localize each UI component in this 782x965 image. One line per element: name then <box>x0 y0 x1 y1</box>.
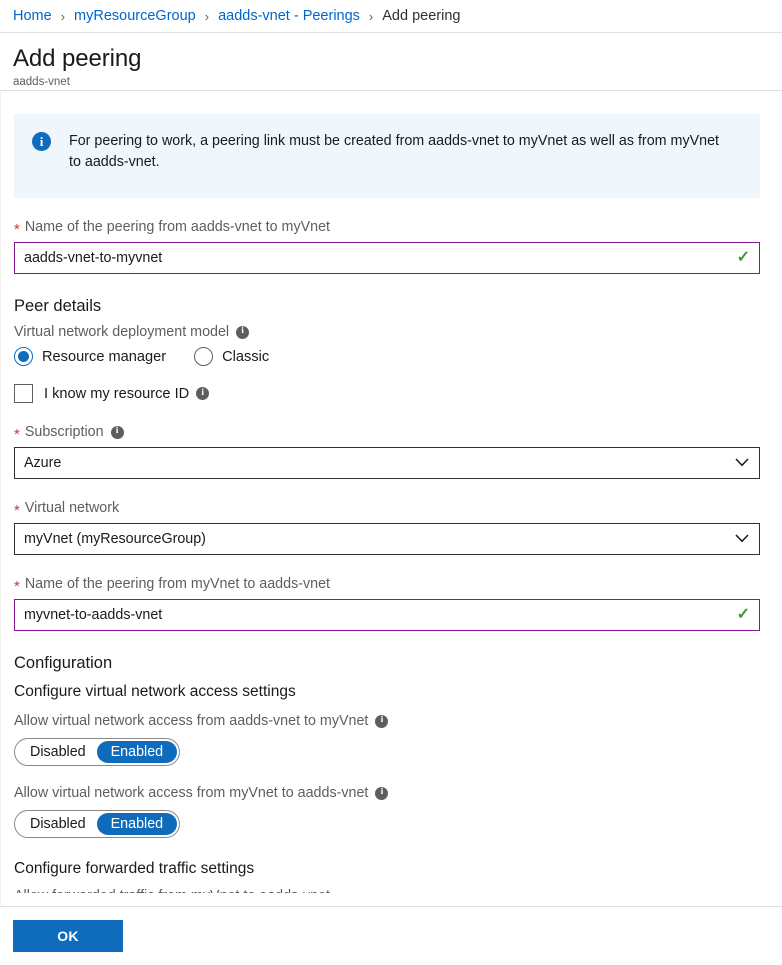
toggle-2-label: Allow virtual network access from myVnet… <box>14 784 760 802</box>
toggle-myvnet-to-aadds[interactable]: Disabled Enabled <box>14 810 180 838</box>
required-asterisk: * <box>14 220 20 238</box>
radio-label: Resource manager <box>42 348 167 365</box>
required-asterisk: * <box>14 425 20 443</box>
radio-label: Classic <box>222 348 270 365</box>
info-icon[interactable]: i <box>110 425 124 439</box>
radio-classic[interactable]: Classic <box>194 347 269 366</box>
peering-name-2-input[interactable] <box>14 599 760 631</box>
breadcrumb-item-resource-group[interactable]: myResourceGroup <box>74 8 196 24</box>
breadcrumb-item-home[interactable]: Home <box>13 8 52 24</box>
toggle-group-aadds-to-myvnet: Allow virtual network access from aadds-… <box>14 712 760 766</box>
info-icon: i <box>32 132 51 151</box>
info-banner-text: For peering to work, a peering link must… <box>69 133 719 170</box>
info-icon[interactable]: i <box>236 325 250 339</box>
virtual-network-label: * Virtual network <box>14 499 760 519</box>
label-text: Virtual network <box>24 500 120 516</box>
radio-mark-icon <box>14 347 33 366</box>
toggle-aadds-to-myvnet[interactable]: Disabled Enabled <box>14 738 180 766</box>
checkbox-icon[interactable] <box>14 384 33 403</box>
peering-name-1-label: * Name of the peering from aadds-vnet to… <box>14 218 760 238</box>
breadcrumb: Home › myResourceGroup › aadds-vnet - Pe… <box>0 0 782 33</box>
subscription-select[interactable]: Azure <box>14 447 760 479</box>
field-peering-name-1: * Name of the peering from aadds-vnet to… <box>14 218 760 274</box>
breadcrumb-separator: › <box>368 8 374 24</box>
virtual-network-select[interactable]: myVnet (myResourceGroup) <box>14 523 760 555</box>
toggle-option-disabled[interactable]: Disabled <box>17 741 97 763</box>
page-subtitle: aadds-vnet <box>13 76 70 88</box>
toggle-option-enabled[interactable]: Enabled <box>96 813 178 835</box>
forwarded-traffic-clipped-label: Allow forwarded traffic from myVnet to a… <box>14 887 760 893</box>
breadcrumb-separator: › <box>204 8 210 24</box>
toggle-option-enabled[interactable]: Enabled <box>96 741 178 763</box>
radio-mark-icon <box>194 347 214 366</box>
valid-check-icon: ✓ <box>736 606 750 623</box>
peer-details-heading: Peer details <box>14 297 102 315</box>
virtual-network-value: myVnet (myResourceGroup) <box>24 531 206 547</box>
radio-resource-manager[interactable]: Resource manager <box>14 347 166 366</box>
breadcrumb-item-peerings[interactable]: aadds-vnet - Peerings <box>218 8 360 24</box>
deployment-model-label: Virtual network deployment model i <box>14 323 760 341</box>
label-text: Name of the peering from myVnet to aadds… <box>24 576 330 592</box>
page-title: Add peering <box>13 45 142 72</box>
label-text: Allow virtual network access from myVnet… <box>14 785 369 801</box>
footer-action-bar: OK <box>0 906 782 965</box>
required-asterisk: * <box>14 501 20 519</box>
info-icon[interactable]: i <box>375 714 389 728</box>
breadcrumb-item-add-peering: Add peering <box>382 8 461 24</box>
toggle-group-myvnet-to-aadds: Allow virtual network access from myVnet… <box>14 784 760 838</box>
forwarded-traffic-heading: Configure forwarded traffic settings <box>14 860 255 877</box>
resource-id-checkbox-label: I know my resource ID i <box>44 385 210 403</box>
form-scroll-area: i For peering to work, a peering link mu… <box>0 91 782 906</box>
field-virtual-network: * Virtual network myVnet (myResourceGrou… <box>14 499 760 555</box>
label-text: I know my resource ID <box>44 385 190 402</box>
toggle-option-disabled[interactable]: Disabled <box>17 813 97 835</box>
subscription-value: Azure <box>24 455 62 471</box>
info-banner: i For peering to work, a peering link mu… <box>14 114 760 198</box>
breadcrumb-separator: › <box>60 8 66 24</box>
label-text: Virtual network deployment model <box>14 324 230 340</box>
toggle-1-label: Allow virtual network access from aadds-… <box>14 712 760 730</box>
info-icon[interactable]: i <box>375 786 389 800</box>
label-text: Subscription <box>24 424 104 440</box>
configuration-heading: Configuration <box>14 654 113 672</box>
required-asterisk: * <box>14 577 20 595</box>
info-icon[interactable]: i <box>196 387 210 400</box>
ok-button[interactable]: OK <box>13 920 123 952</box>
page-header: Add peering aadds-vnet <box>0 33 782 91</box>
field-subscription: * Subscription i Azure <box>14 423 760 479</box>
peering-name-2-label: * Name of the peering from myVnet to aad… <box>14 575 760 595</box>
resource-id-checkbox-row[interactable]: I know my resource ID i <box>14 384 760 403</box>
peering-name-1-input[interactable] <box>14 242 760 274</box>
subscription-label: * Subscription i <box>14 423 760 443</box>
label-text: Allow virtual network access from aadds-… <box>14 713 369 729</box>
label-text: Name of the peering from aadds-vnet to m… <box>24 219 330 235</box>
valid-check-icon: ✓ <box>736 249 750 266</box>
field-peering-name-2: * Name of the peering from myVnet to aad… <box>14 575 760 631</box>
access-settings-heading: Configure virtual network access setting… <box>14 683 296 700</box>
deployment-model-radio-group: Resource manager Classic <box>14 347 760 366</box>
